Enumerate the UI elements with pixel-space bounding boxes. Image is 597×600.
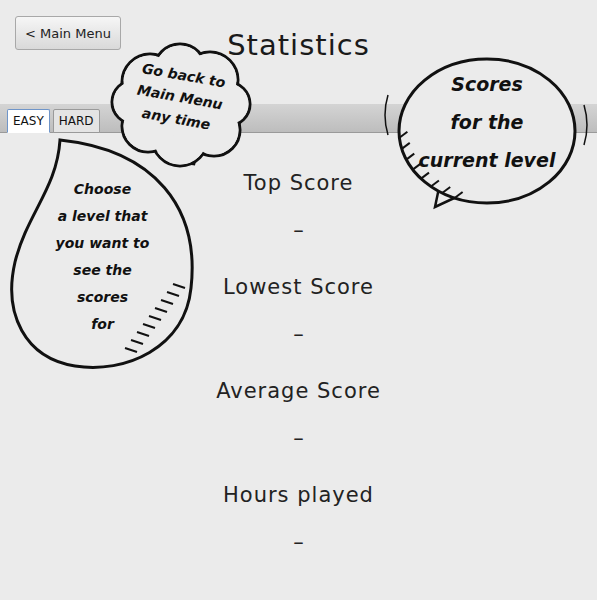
- stat-label: Average Score: [216, 378, 381, 405]
- stat-value: –: [293, 217, 304, 244]
- stat-value: –: [293, 321, 304, 348]
- level-tab[interactable]: HARD: [53, 109, 100, 133]
- statistics-screen: < Main MenuStatisticsEASYHARDTop Score–L…: [0, 0, 597, 600]
- stat-value: –: [293, 425, 304, 452]
- stat-item: Hours played –: [223, 482, 374, 556]
- annotation-text: Scoresfor thecurrent level: [384, 65, 590, 179]
- stat-item: Average Score –: [216, 378, 381, 452]
- annotation-bubble: Scoresfor thecurrent level: [380, 55, 590, 210]
- stat-label: Hours played: [223, 482, 374, 509]
- teardrop-bubble-icon: [5, 138, 200, 373]
- main-menu-button[interactable]: < Main Menu: [15, 16, 121, 50]
- stat-label: Top Score: [244, 170, 354, 197]
- stat-item: Lowest Score –: [223, 274, 374, 348]
- title: Statistics: [227, 0, 370, 62]
- stat-label: Lowest Score: [223, 274, 374, 301]
- annotation-bubble: Choosea level thatyou want tosee thescor…: [5, 138, 200, 373]
- level-tab[interactable]: EASY: [7, 109, 50, 133]
- annotation-text: Choosea level thatyou want tosee thescor…: [5, 176, 200, 338]
- stat-item: Top Score –: [244, 170, 354, 244]
- annotation-bubble: Go back toMain Menuany time: [110, 42, 250, 167]
- stat-value: –: [293, 529, 304, 556]
